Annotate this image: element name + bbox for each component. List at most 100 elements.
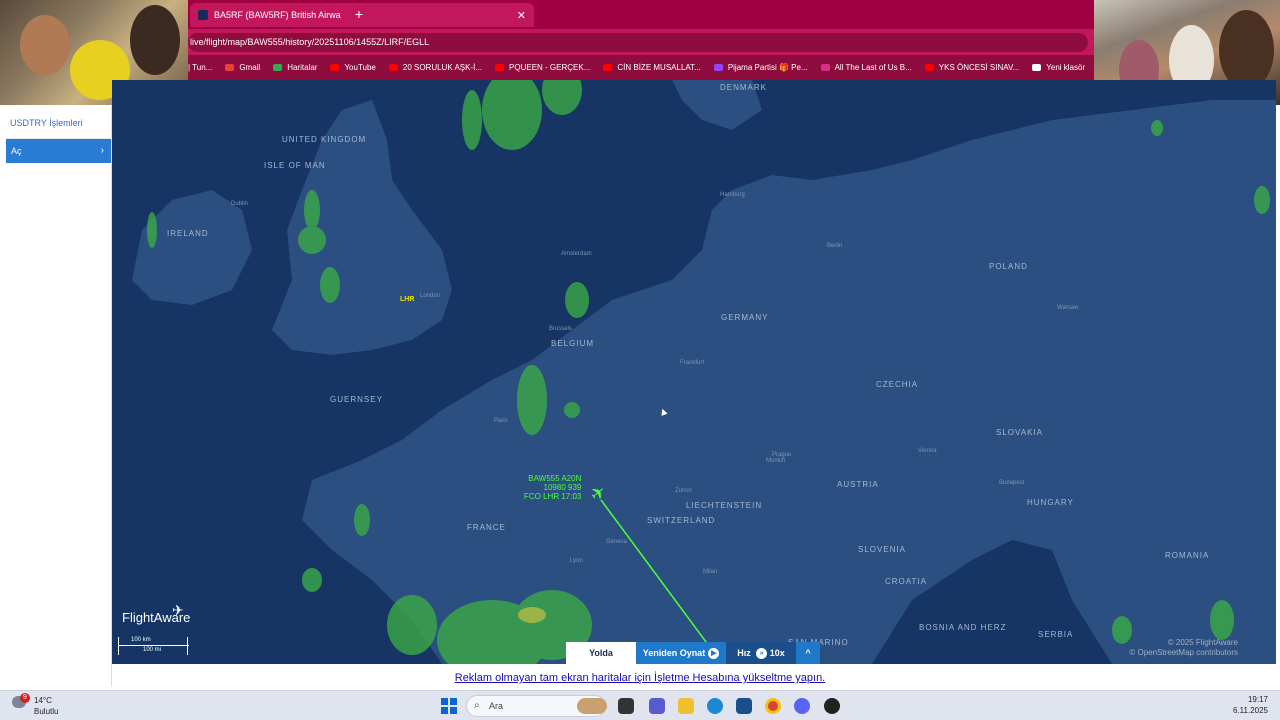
side-widget: USDTRY İşlemleri Aç › — [0, 105, 112, 687]
bookmark-item[interactable]: CİN BİZE MUSALLAT... — [603, 63, 701, 72]
play-icon: ▶ — [708, 648, 720, 660]
bookmark-icon — [820, 64, 830, 71]
bookmark-item[interactable]: YKS ÖNCESİ SINAV... — [924, 63, 1020, 72]
speed-label: Hız — [737, 648, 751, 658]
bookmark-label: | Tun... — [188, 63, 213, 72]
label-poland: POLAND — [989, 262, 1028, 271]
speed-button[interactable]: Hız » 10x — [726, 642, 796, 664]
label-bosnia: BOSNIA AND HERZ — [919, 623, 1007, 632]
store-icon[interactable] — [736, 698, 752, 714]
bookmark-item[interactable]: Haritalar — [273, 63, 317, 72]
replay-button[interactable]: Yeniden Oynat ▶ — [636, 642, 726, 664]
bookmark-label: Pijama Partisi 🎁 Pe... — [727, 63, 808, 72]
discord-icon[interactable] — [794, 698, 810, 714]
bookmark-label: All The Last of Us B... — [834, 63, 912, 72]
city-frankfurt: Frankfurt — [680, 360, 705, 366]
search-highlight-icon[interactable] — [577, 698, 607, 714]
copyright-flightaware: © 2025 FlightAware — [1167, 638, 1238, 647]
tab-title: BA5RF (BAW5RF) British Airwa — [214, 10, 341, 20]
weather-temp: 14°C — [34, 696, 52, 705]
bookmark-icon — [603, 64, 613, 71]
label-guernsey: GUERNSEY — [330, 395, 383, 404]
file-explorer-icon[interactable] — [678, 698, 694, 714]
app-icon[interactable] — [824, 698, 840, 714]
flight-map[interactable]: DENMARK UNITED KINGDOM ISLE OF MAN IRELA… — [112, 80, 1276, 664]
city-amsterdam: Amsterdam — [561, 251, 592, 257]
city-warsaw: Warsaw — [1057, 305, 1079, 311]
address-bar-area: live/flight/map/BAW555/history/20251106/… — [188, 29, 1094, 55]
label-serbia: SERBIA — [1038, 630, 1074, 639]
label-austria: AUSTRIA — [837, 480, 879, 489]
chrome-icon[interactable] — [765, 698, 781, 714]
replay-controls: Yolda Yeniden Oynat ▶ Hız » 10x ^ — [566, 642, 820, 664]
task-view-icon[interactable] — [618, 698, 634, 714]
city-hamburg: Hamburg — [720, 192, 745, 198]
bookmark-icon — [713, 64, 723, 71]
scale-bar — [119, 645, 189, 646]
map-attribution: © 2025 FlightAware © OpenStreetMap contr… — [1129, 638, 1238, 658]
notification-badge: 9 — [20, 693, 30, 703]
bookmark-item[interactable]: Pijama Partisi 🎁 Pe... — [713, 63, 808, 72]
open-button[interactable]: Aç › — [6, 139, 111, 163]
bookmark-item[interactable]: All The Last of Us B... — [820, 63, 912, 72]
browser-tab-bar: BA5RF (BAW5RF) British Airwa ✕ + — [188, 0, 1094, 29]
city-dublin: Dublin — [231, 201, 249, 207]
logo-plane-icon: ✈ — [172, 602, 184, 618]
windows-start-icon[interactable] — [441, 698, 457, 714]
label-united-kingdom: UNITED KINGDOM — [282, 135, 367, 144]
city-berlin: Berlin — [827, 243, 843, 249]
url-field[interactable]: live/flight/map/BAW555/history/20251106/… — [188, 33, 1088, 52]
city-paris: Paris — [494, 418, 508, 424]
bookmark-label: CİN BİZE MUSALLAT... — [617, 63, 701, 72]
system-clock[interactable]: 19:17 6.11.2025 — [1233, 694, 1268, 716]
label-germany: GERMANY — [721, 313, 769, 322]
scale-km: 100 km — [131, 637, 151, 643]
bookmark-icon — [273, 64, 283, 71]
bookmark-icon — [495, 64, 505, 71]
airport-lhr[interactable]: LHR — [400, 296, 414, 303]
bookmark-item[interactable]: YouTube — [330, 63, 376, 72]
label-hungary: HUNGARY — [1027, 498, 1074, 507]
flight-altitude-speed: 10980 939 — [543, 483, 582, 492]
weather-desc: Bulutlu — [34, 707, 59, 716]
fast-forward-icon: » — [756, 648, 768, 660]
city-london: London — [420, 293, 441, 299]
city-prague: Prague — [772, 452, 792, 458]
city-munich: Munich — [766, 458, 786, 464]
person-hair — [130, 5, 180, 75]
new-tab-button[interactable]: + — [348, 4, 370, 24]
copyright-osm[interactable]: © OpenStreetMap contributors — [1129, 648, 1238, 658]
clock-date: 6.11.2025 — [1233, 706, 1268, 715]
city-budapest: Budapest — [999, 480, 1025, 486]
label-denmark: DENMARK — [720, 83, 768, 92]
shop-background — [1219, 10, 1274, 90]
flight-data-label[interactable]: BAW555 A20N 10980 939 FCO LHR 17:03 — [524, 474, 581, 501]
bookmark-label: Haritalar — [287, 63, 318, 72]
widgets-icon[interactable] — [649, 698, 665, 714]
windows-taskbar: 9 14°C Bulutlu ⌕ Ara 19:17 6.11.2025 — [0, 690, 1280, 720]
expand-controls-button[interactable]: ^ — [796, 642, 820, 664]
bookmark-item[interactable]: | Tun... — [188, 63, 212, 72]
label-czechia: CZECHIA — [876, 380, 919, 389]
bookmark-item[interactable]: PQUEEN - GERÇEK... — [495, 63, 590, 72]
label-slovakia: SLOVAKIA — [996, 428, 1043, 437]
flightaware-favicon-icon — [198, 10, 208, 20]
usdtry-title[interactable]: USDTRY İşlemleri — [6, 113, 111, 139]
person-face — [20, 15, 70, 75]
search-icon: ⌕ — [474, 700, 480, 711]
edge-browser-icon[interactable] — [707, 698, 723, 714]
bookmark-item[interactable]: Gmail — [225, 63, 260, 72]
bookmark-label: PQUEEN - GERÇEK... — [509, 63, 591, 72]
flight-callsign: BAW555 A20N — [528, 474, 582, 483]
city-lyon: Lyon — [570, 558, 583, 564]
bookmark-label: YKS ÖNCESİ SINAV... — [938, 63, 1020, 72]
bookmark-icon — [330, 64, 340, 71]
bookmark-item[interactable]: Yeni klasör — [1032, 63, 1085, 72]
bookmark-icon — [388, 64, 398, 71]
label-slovenia: SLOVENIA — [858, 545, 907, 554]
close-tab-icon[interactable]: ✕ — [517, 9, 526, 22]
city-brussels: Brussels — [549, 326, 573, 332]
upgrade-ad-link[interactable]: Reklam olmayan tam ekran haritalar için … — [0, 672, 1280, 684]
flight-status: Yolda — [566, 642, 636, 664]
bookmark-item[interactable]: 20 SORULUK AŞK-İ... — [388, 63, 482, 72]
